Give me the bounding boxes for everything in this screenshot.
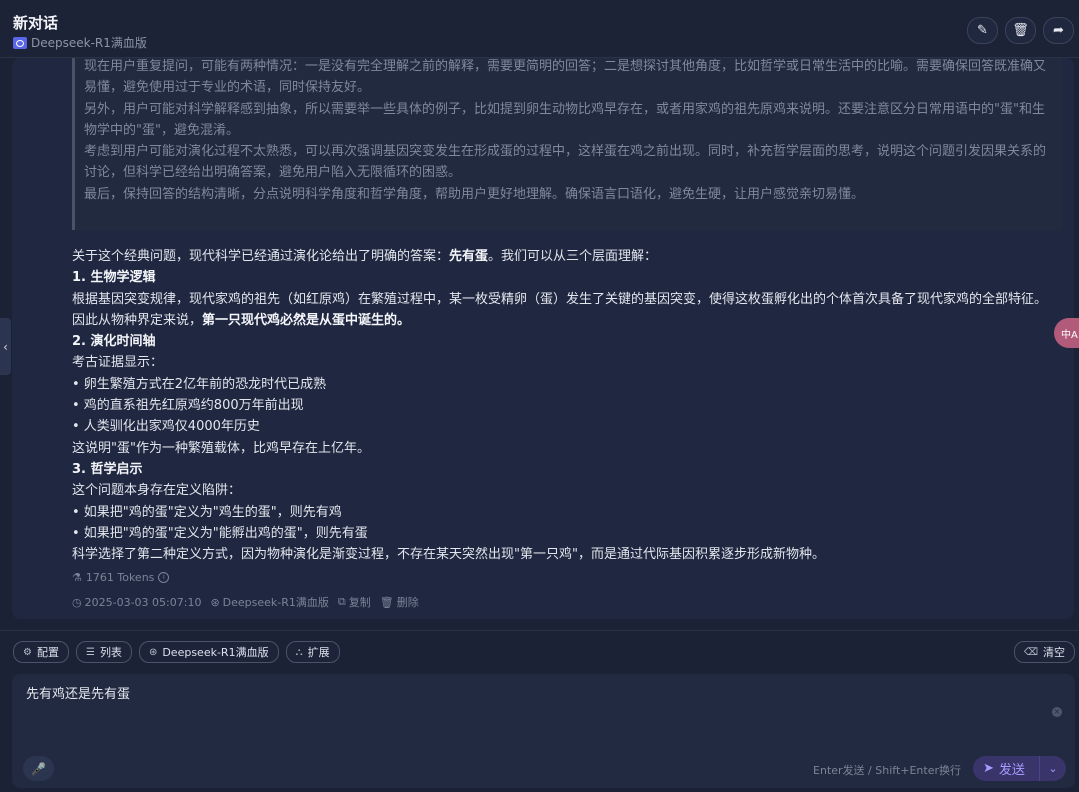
input-toolbar: ⚙ 配置 ☰ 列表 ⊛ Deepseek-R1满血版 ⛬ 扩展	[13, 641, 340, 663]
config-button[interactable]: ⚙ 配置	[13, 641, 69, 663]
deepseek-logo-icon	[13, 36, 27, 49]
list-label: 列表	[99, 646, 122, 659]
intro-bold: 先有蛋	[449, 249, 489, 264]
send-button-group: ➤ 发送 ⌄	[973, 756, 1066, 781]
extend-label: 扩展	[307, 646, 330, 659]
timestamp-text: 2025-03-03 05:07:10	[84, 595, 202, 609]
thinking-line: 另外，用户可能对科学解释感到抽象，所以需要举一些具体的例子，比如提到卵生动物比鸡…	[84, 101, 1045, 138]
send-label: 发送	[998, 763, 1025, 778]
delete-message-button[interactable]: 🗑 删除	[380, 594, 419, 610]
send-icon: ➤	[983, 761, 994, 776]
send-options-dropdown[interactable]: ⌄	[1039, 756, 1066, 781]
info-icon[interactable]: i	[158, 572, 170, 583]
section-1-title: 1. 生物学逻辑	[72, 270, 156, 286]
model-label: Deepseek-R1满血版	[13, 34, 147, 51]
token-text: 1761 Tokens	[85, 571, 155, 584]
section-3-tail: 科学选择了第二种定义方式，因为物种演化是渐变过程，不存在某天突然出现"第一只鸡"…	[72, 547, 825, 563]
list-item: • 卵生繁殖方式在2亿年前的恐龙时代已成熟	[72, 376, 327, 392]
thinking-block: 现在用户重复提问，可能有两种情况：一是没有完全理解之前的解释，需要更简明的回答；…	[72, 58, 1062, 230]
chevron-left-icon: ‹	[3, 339, 8, 354]
list-item: • 如果把"鸡的蛋"定义为"能孵出鸡的蛋"，则先有蛋	[72, 525, 368, 541]
copy-button[interactable]: ⧉ 复制	[338, 594, 371, 610]
clear-input-icon[interactable]: ×	[1052, 707, 1062, 717]
section-1-bold: 第一只现代鸡必然是从蛋中诞生的。	[202, 312, 411, 328]
list-icon: ☰	[85, 646, 95, 658]
model-select-button[interactable]: ⊛ Deepseek-R1满血版	[138, 641, 279, 663]
edit-icon: ✎	[977, 23, 988, 38]
meta-model-text: Deepseek-R1满血版	[222, 596, 329, 609]
clock-icon: ◷	[72, 595, 82, 609]
delete-label: 删除	[396, 596, 419, 609]
eraser-icon: ⌫	[1023, 646, 1038, 658]
section-title: 2. 演化时间轴	[72, 331, 1057, 352]
model-icon: ⊛	[210, 595, 220, 609]
trash-icon: 🗑	[1012, 23, 1029, 38]
thinking-line: 最后，保持回答的结构清晰，分点说明科学角度和哲学角度，帮助用户更好地理解。确保语…	[84, 186, 865, 202]
meta-model: ⊛ Deepseek-R1满血版	[210, 594, 328, 610]
section-title: 1. 生物学逻辑	[72, 267, 1057, 288]
model-icon: ⊛	[148, 646, 158, 658]
chat-header: 新对话 Deepseek-R1满血版 ✎ 🗑 ➦	[0, 0, 1079, 58]
clear-button[interactable]: ⌫ 清空	[1013, 641, 1075, 663]
intro-text: 关于这个经典问题，现代科学已经通过演化论给出了明确的答案：	[72, 249, 450, 264]
extend-icon: ⛬	[295, 646, 303, 658]
message-input[interactable]	[24, 684, 1028, 701]
section-title: 3. 哲学启示	[72, 459, 1057, 480]
copy-icon: ⧉	[337, 595, 346, 608]
thinking-line: 考虑到用户可能对演化过程不太熟悉，可以再次强调基因突变发生在形成蛋的过程中，这样…	[84, 144, 1047, 181]
copy-label: 复制	[348, 596, 371, 609]
thinking-line: 现在用户重复提问，可能有两种情况：一是没有完全理解之前的解释，需要更简明的回答；…	[84, 59, 1047, 96]
translate-icon: 中A	[1061, 329, 1078, 341]
answer-intro: 关于这个经典问题，现代科学已经通过演化论给出了明确的答案：先有蛋。我们可以从三个…	[72, 246, 1057, 267]
list-item: • 如果把"鸡的蛋"定义为"鸡生的蛋"，则先有鸡	[72, 504, 342, 520]
trash-icon: 🗑	[379, 595, 394, 609]
translate-button[interactable]: 中A	[1054, 318, 1079, 348]
section-2-title: 2. 演化时间轴	[72, 334, 156, 350]
list-item: • 人类驯化出家鸡仅4000年历史	[72, 419, 260, 435]
delete-chat-button[interactable]: 🗑	[1005, 17, 1036, 44]
token-count: ⚗ 1761 Tokens i	[72, 571, 170, 584]
section-2-lead: 考古证据显示：	[72, 355, 164, 371]
section-3-title: 3. 哲学启示	[72, 461, 143, 477]
send-hint: Enter发送 / Shift+Enter换行	[813, 764, 961, 777]
timestamp: ◷ 2025-03-03 05:07:10	[72, 596, 201, 609]
collapse-sidebar-button[interactable]: ‹	[0, 318, 11, 375]
header-actions: ✎ 🗑 ➦	[967, 17, 1074, 44]
section-2-tail: 这说明"蛋"作为一种繁殖载体，比鸡早存在上亿年。	[72, 440, 370, 456]
assistant-message: 现在用户重复提问，可能有两种情况：一是没有完全理解之前的解释，需要更简明的回答；…	[12, 58, 1074, 619]
message-meta: ◷ 2025-03-03 05:07:10 ⊛ Deepseek-R1满血版 ⧉ 复制…	[72, 594, 419, 610]
model-select-label: Deepseek-R1满血版	[162, 646, 269, 659]
share-button[interactable]: ➦	[1043, 17, 1074, 44]
edit-button[interactable]: ✎	[967, 17, 998, 44]
message-input-box: × 🎤 Enter发送 / Shift+Enter换行 ➤ 发送 ⌄	[12, 674, 1075, 788]
intro-suffix: 。我们可以从三个层面理解：	[488, 249, 658, 264]
answer-content: 关于这个经典问题，现代科学已经通过演化论给出了明确的答案：先有蛋。我们可以从三个…	[72, 246, 1057, 565]
divider	[0, 630, 1079, 631]
list-item: • 鸡的直系祖先红原鸡约800万年前出现	[72, 398, 304, 414]
model-name: Deepseek-R1满血版	[31, 36, 147, 50]
microphone-icon: 🎤	[31, 761, 46, 776]
share-icon: ➦	[1053, 23, 1064, 38]
section-3-lead: 这个问题本身存在定义陷阱：	[72, 483, 242, 499]
gear-icon: ⚙	[23, 646, 32, 658]
voice-input-button[interactable]: 🎤	[23, 756, 54, 781]
list-button[interactable]: ☰ 列表	[75, 641, 132, 663]
extend-button[interactable]: ⛬ 扩展	[285, 641, 340, 663]
token-icon: ⚗	[72, 571, 82, 584]
clear-label: 清空	[1043, 646, 1065, 659]
chevron-down-icon: ⌄	[1048, 762, 1058, 775]
send-button[interactable]: ➤ 发送	[973, 759, 1039, 778]
chat-title: 新对话	[13, 14, 59, 32]
section-1-body: 根据基因突变规律，现代家鸡的祖先（如红原鸡）在繁殖过程中，某一枚受精卵（蛋）发生…	[72, 289, 1057, 332]
config-label: 配置	[36, 646, 59, 659]
